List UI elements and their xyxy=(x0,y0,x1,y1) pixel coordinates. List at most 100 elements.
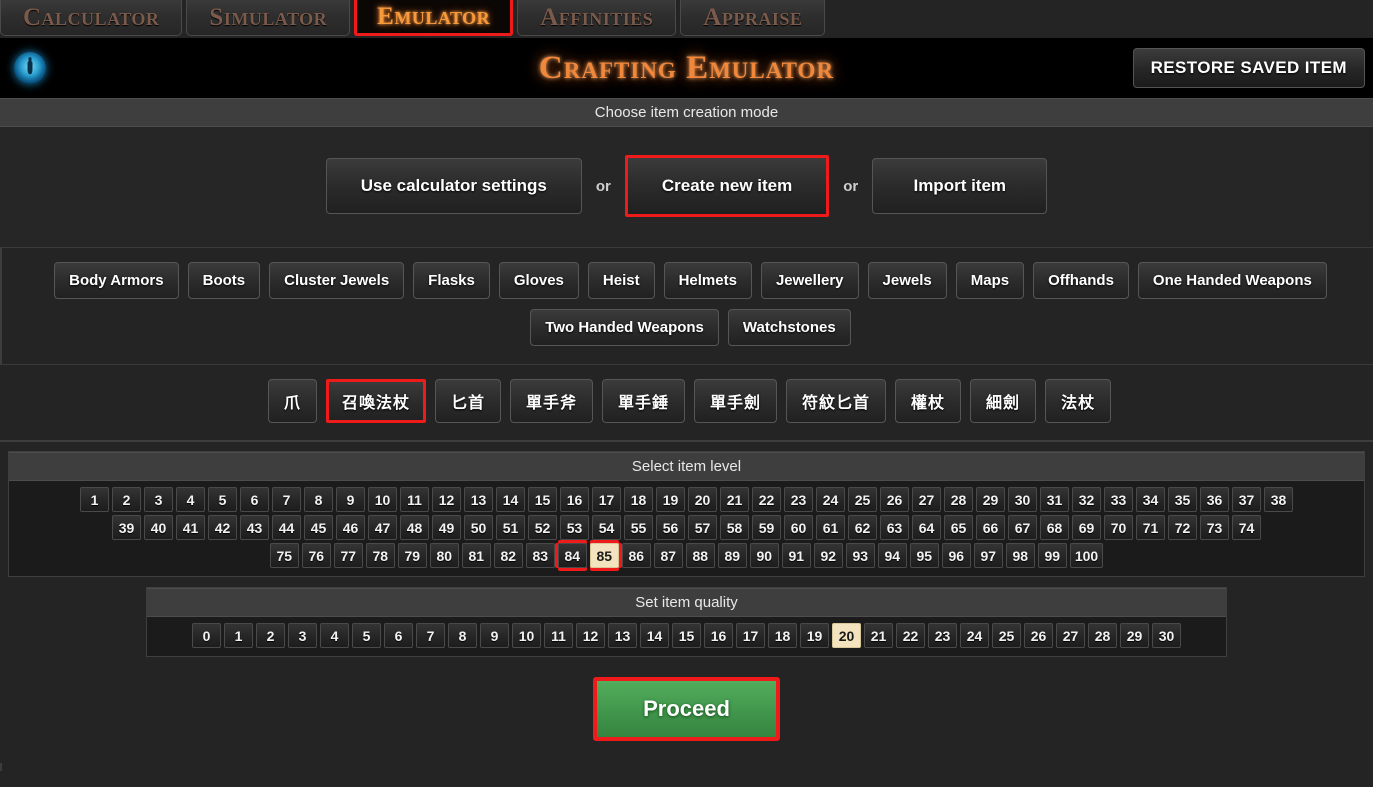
item-level-cell-47[interactable]: 47 xyxy=(368,515,397,540)
item-quality-cell-3[interactable]: 3 xyxy=(288,623,317,648)
item-level-cell-23[interactable]: 23 xyxy=(784,487,813,512)
item-level-cell-80[interactable]: 80 xyxy=(429,543,459,568)
category-button-two-handed-weapons[interactable]: Two Handed Weapons xyxy=(530,309,719,346)
item-level-cell-72[interactable]: 72 xyxy=(1168,515,1197,540)
item-level-cell-98[interactable]: 98 xyxy=(1005,543,1035,568)
item-level-cell-2[interactable]: 2 xyxy=(112,487,141,512)
item-quality-cell-29[interactable]: 29 xyxy=(1120,623,1149,648)
item-level-cell-29[interactable]: 29 xyxy=(976,487,1005,512)
category-button-helmets[interactable]: Helmets xyxy=(663,262,752,299)
item-level-cell-42[interactable]: 42 xyxy=(208,515,237,540)
item-level-cell-59[interactable]: 59 xyxy=(752,515,781,540)
item-level-cell-97[interactable]: 97 xyxy=(973,543,1003,568)
item-level-cell-36[interactable]: 36 xyxy=(1200,487,1229,512)
item-level-cell-24[interactable]: 24 xyxy=(816,487,845,512)
item-level-cell-44[interactable]: 44 xyxy=(272,515,301,540)
item-level-cell-56[interactable]: 56 xyxy=(656,515,685,540)
item-level-cell-45[interactable]: 45 xyxy=(304,515,333,540)
category-button-watchstones[interactable]: Watchstones xyxy=(727,309,851,346)
item-level-cell-48[interactable]: 48 xyxy=(400,515,429,540)
item-level-cell-86[interactable]: 86 xyxy=(621,543,651,568)
item-level-cell-7[interactable]: 7 xyxy=(272,487,301,512)
item-level-cell-33[interactable]: 33 xyxy=(1104,487,1133,512)
item-level-cell-90[interactable]: 90 xyxy=(749,543,779,568)
category-button-offhands[interactable]: Offhands xyxy=(1033,262,1129,299)
item-quality-cell-18[interactable]: 18 xyxy=(768,623,797,648)
item-quality-cell-22[interactable]: 22 xyxy=(896,623,925,648)
item-level-cell-58[interactable]: 58 xyxy=(720,515,749,540)
subtype-button-7[interactable]: 權杖 xyxy=(895,379,962,423)
item-level-cell-64[interactable]: 64 xyxy=(912,515,941,540)
item-level-cell-54[interactable]: 54 xyxy=(592,515,621,540)
restore-saved-item-button[interactable]: RESTORE SAVED ITEM xyxy=(1132,48,1365,88)
item-level-cell-91[interactable]: 91 xyxy=(781,543,811,568)
item-level-cell-5[interactable]: 5 xyxy=(208,487,237,512)
item-quality-cell-9[interactable]: 9 xyxy=(480,623,509,648)
item-level-cell-100[interactable]: 100 xyxy=(1069,543,1104,568)
item-quality-cell-20[interactable]: 20 xyxy=(832,623,861,648)
item-level-cell-50[interactable]: 50 xyxy=(464,515,493,540)
item-quality-cell-24[interactable]: 24 xyxy=(960,623,989,648)
nav-tab-appraise[interactable]: Appraise xyxy=(680,0,826,36)
item-quality-cell-1[interactable]: 1 xyxy=(224,623,253,648)
item-level-cell-67[interactable]: 67 xyxy=(1008,515,1037,540)
item-level-cell-22[interactable]: 22 xyxy=(752,487,781,512)
subtype-button-9[interactable]: 法杖 xyxy=(1045,379,1112,423)
item-level-cell-93[interactable]: 93 xyxy=(845,543,875,568)
item-level-cell-62[interactable]: 62 xyxy=(848,515,877,540)
item-level-cell-96[interactable]: 96 xyxy=(941,543,971,568)
item-level-cell-61[interactable]: 61 xyxy=(816,515,845,540)
item-level-cell-14[interactable]: 14 xyxy=(496,487,525,512)
item-level-cell-34[interactable]: 34 xyxy=(1136,487,1165,512)
item-level-cell-28[interactable]: 28 xyxy=(944,487,973,512)
item-level-cell-92[interactable]: 92 xyxy=(813,543,843,568)
item-quality-cell-11[interactable]: 11 xyxy=(544,623,573,648)
item-level-cell-8[interactable]: 8 xyxy=(304,487,333,512)
item-level-cell-19[interactable]: 19 xyxy=(656,487,685,512)
subtype-button-8[interactable]: 細劍 xyxy=(970,379,1037,423)
subtype-button-0[interactable]: 爪 xyxy=(267,379,317,423)
subtype-button-5[interactable]: 單手劍 xyxy=(694,379,778,423)
item-quality-cell-26[interactable]: 26 xyxy=(1024,623,1053,648)
category-button-boots[interactable]: Boots xyxy=(187,262,261,299)
item-level-cell-52[interactable]: 52 xyxy=(528,515,557,540)
nav-tab-simulator[interactable]: Simulator xyxy=(186,0,351,36)
item-level-cell-32[interactable]: 32 xyxy=(1072,487,1101,512)
nav-tab-emulator[interactable]: Emulator xyxy=(354,0,514,36)
item-level-cell-63[interactable]: 63 xyxy=(880,515,909,540)
mode-button-create-new-item[interactable]: Create new item xyxy=(624,155,830,217)
item-level-cell-83[interactable]: 83 xyxy=(525,543,555,568)
item-level-cell-51[interactable]: 51 xyxy=(496,515,525,540)
item-level-cell-13[interactable]: 13 xyxy=(464,487,493,512)
item-level-cell-46[interactable]: 46 xyxy=(336,515,365,540)
item-quality-cell-2[interactable]: 2 xyxy=(256,623,285,648)
item-level-cell-79[interactable]: 79 xyxy=(397,543,427,568)
item-quality-cell-7[interactable]: 7 xyxy=(416,623,445,648)
category-button-jewels[interactable]: Jewels xyxy=(867,262,947,299)
item-level-cell-57[interactable]: 57 xyxy=(688,515,717,540)
item-level-cell-84[interactable]: 84 xyxy=(557,543,587,568)
item-level-cell-17[interactable]: 17 xyxy=(592,487,621,512)
item-level-cell-41[interactable]: 41 xyxy=(176,515,205,540)
item-level-cell-6[interactable]: 6 xyxy=(240,487,269,512)
proceed-button[interactable]: Proceed xyxy=(593,677,780,741)
item-level-cell-11[interactable]: 11 xyxy=(400,487,429,512)
item-level-cell-37[interactable]: 37 xyxy=(1232,487,1261,512)
item-level-cell-69[interactable]: 69 xyxy=(1072,515,1101,540)
subtype-button-2[interactable]: 匕首 xyxy=(434,379,501,423)
item-level-cell-76[interactable]: 76 xyxy=(301,543,331,568)
item-level-cell-53[interactable]: 53 xyxy=(560,515,589,540)
item-level-cell-43[interactable]: 43 xyxy=(240,515,269,540)
item-level-cell-70[interactable]: 70 xyxy=(1104,515,1133,540)
item-level-cell-30[interactable]: 30 xyxy=(1008,487,1037,512)
item-quality-cell-15[interactable]: 15 xyxy=(672,623,701,648)
item-level-cell-9[interactable]: 9 xyxy=(336,487,365,512)
item-level-cell-49[interactable]: 49 xyxy=(432,515,461,540)
item-level-cell-15[interactable]: 15 xyxy=(528,487,557,512)
item-level-cell-87[interactable]: 87 xyxy=(653,543,683,568)
subtype-button-3[interactable]: 單手斧 xyxy=(509,379,593,423)
category-button-jewellery[interactable]: Jewellery xyxy=(760,262,859,299)
item-quality-cell-0[interactable]: 0 xyxy=(192,623,221,648)
subtype-button-6[interactable]: 符紋匕首 xyxy=(786,379,887,423)
category-button-cluster-jewels[interactable]: Cluster Jewels xyxy=(269,262,405,299)
